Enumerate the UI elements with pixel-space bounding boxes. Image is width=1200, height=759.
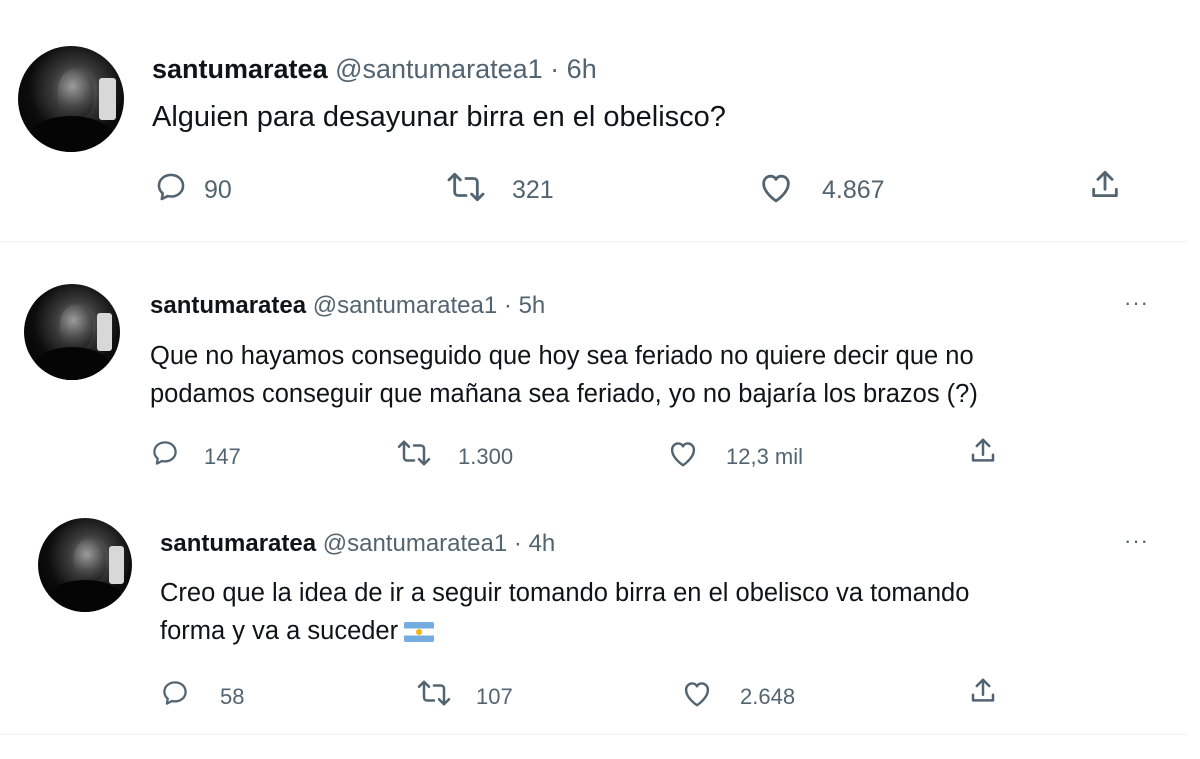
heart-icon (666, 438, 700, 468)
like-count: 2.648 (740, 684, 796, 709)
tweet-2[interactable]: santumaratea @santumaratea1 · 5h ··· Que… (0, 242, 1200, 492)
heart-icon (680, 678, 714, 708)
reply-count: 90 (204, 176, 232, 204)
retweet-count: 107 (476, 684, 513, 709)
tweet-text: Que no hayamos conseguido que hoy sea fe… (150, 337, 978, 413)
tweet-header: santumaratea @santumaratea1 · 5h (150, 292, 545, 320)
tweet-text: Creo que la idea de ir a seguir tomando … (160, 574, 969, 650)
reply-button[interactable]: 58 (160, 676, 244, 710)
retweet-button[interactable]: 107 (414, 676, 513, 710)
heart-icon (756, 170, 796, 204)
retweet-count: 1.300 (458, 444, 514, 469)
separator-dot: · (503, 292, 512, 319)
retweet-icon (414, 678, 454, 708)
more-options-icon[interactable]: ··· (1124, 530, 1149, 552)
author-handle[interactable]: @santumaratea1 (323, 530, 507, 557)
reply-icon (160, 678, 190, 708)
avatar[interactable] (38, 518, 132, 612)
tweet-divider (0, 734, 1188, 735)
author-name[interactable]: santumaratea (150, 292, 306, 319)
author-name[interactable]: santumaratea (152, 54, 328, 84)
author-name[interactable]: santumaratea (160, 530, 316, 557)
share-icon (968, 436, 998, 466)
separator-dot: · (513, 530, 522, 557)
share-button[interactable] (968, 676, 998, 706)
tweet-header: santumaratea @santumaratea1 · 4h (160, 530, 555, 558)
tweet-text-line: Que no hayamos conseguido que hoy sea fe… (150, 342, 974, 370)
share-icon (968, 676, 998, 706)
share-button[interactable] (968, 436, 998, 466)
retweet-icon (394, 438, 434, 468)
tweet-1[interactable]: santumaratea @santumaratea1 · 6h Alguien… (0, 0, 1200, 242)
more-options-icon[interactable]: ··· (1124, 292, 1149, 314)
tweet-time[interactable]: 4h (529, 530, 556, 557)
reply-count: 147 (204, 444, 241, 469)
argentina-flag-emoji (404, 622, 435, 642)
reply-icon (154, 170, 188, 204)
share-icon (1088, 168, 1122, 202)
reply-button[interactable]: 90 (154, 168, 232, 205)
reply-count: 58 (220, 684, 245, 709)
author-handle[interactable]: @santumaratea1 (313, 292, 497, 319)
tweet-text-line-with-emoji: forma y va a suceder (160, 612, 969, 650)
retweet-count: 321 (512, 176, 554, 204)
avatar[interactable] (24, 284, 120, 380)
tweet-text: Alguien para desayunar birra en el obeli… (152, 101, 726, 133)
author-handle[interactable]: @santumaratea1 (335, 54, 543, 84)
share-button[interactable] (1088, 168, 1122, 202)
tweet-text-line: forma y va a suceder (160, 617, 399, 645)
like-count: 12,3 mil (726, 444, 804, 469)
retweet-icon (444, 170, 488, 204)
retweet-button[interactable]: 1.300 (394, 436, 513, 470)
tweet-time[interactable]: 5h (519, 292, 546, 319)
reply-button[interactable]: 147 (150, 436, 241, 470)
reply-icon (150, 438, 180, 468)
tweet-text-line: Creo que la idea de ir a seguir tomando … (160, 579, 970, 607)
tweet-3[interactable]: santumaratea @santumaratea1 · 4h ··· Cre… (0, 492, 1200, 737)
like-button[interactable]: 4.867 (756, 168, 885, 205)
retweet-button[interactable]: 321 (444, 168, 554, 205)
tweet-header: santumaratea @santumaratea1 · 6h (152, 54, 597, 85)
tweet-time[interactable]: 6h (567, 54, 597, 84)
avatar[interactable] (18, 46, 124, 152)
like-button[interactable]: 12,3 mil (666, 436, 803, 470)
tweet-text-line: podamos conseguir que mañana sea feriado… (150, 380, 978, 408)
like-button[interactable]: 2.648 (680, 676, 795, 710)
like-count: 4.867 (822, 176, 885, 204)
separator-dot: · (550, 54, 560, 84)
